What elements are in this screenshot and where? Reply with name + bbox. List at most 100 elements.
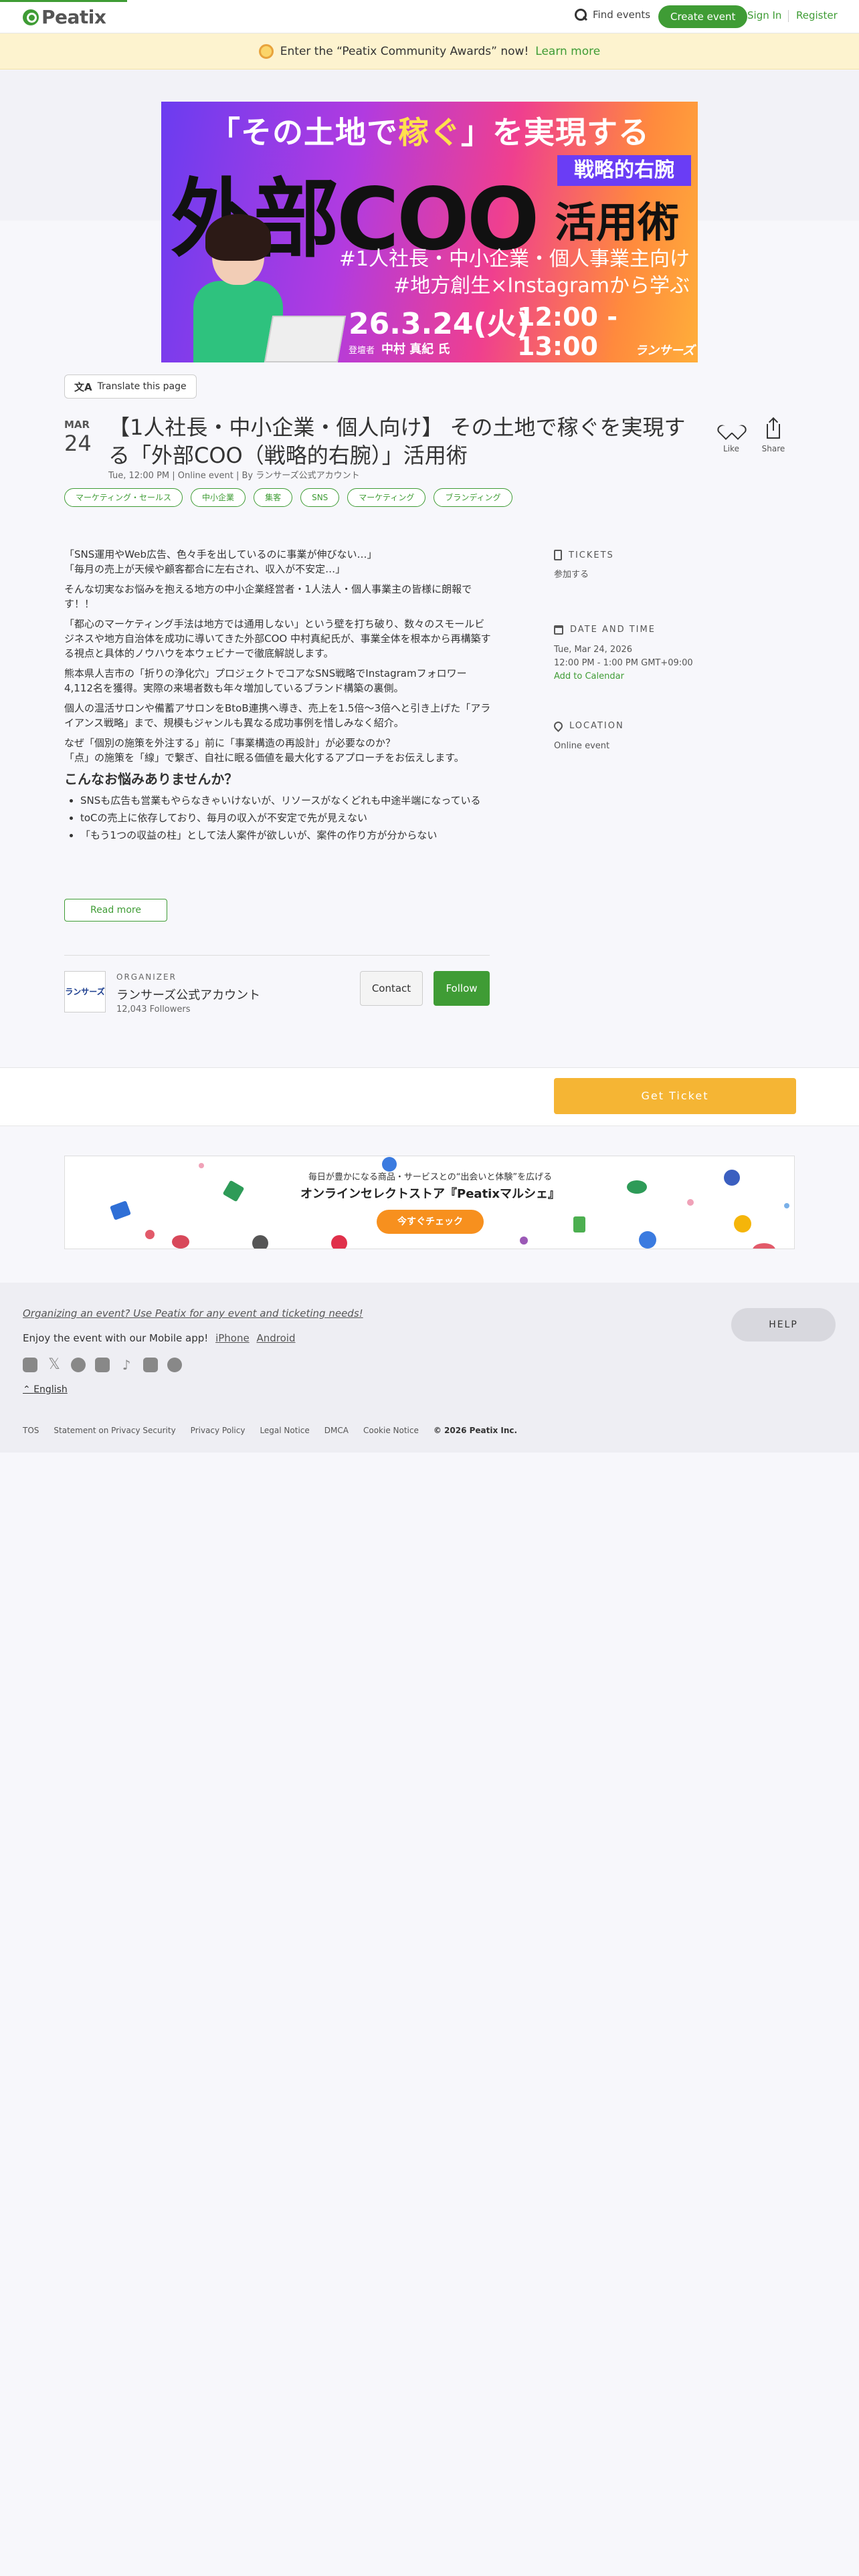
ad-check-now-button[interactable]: 今すぐチェック — [377, 1210, 484, 1234]
iphone-link[interactable]: iPhone — [215, 1332, 250, 1344]
tickets-value[interactable]: 参加する — [554, 568, 589, 582]
desc-paragraph: 熊本県人吉市の「折りの浄化穴」プロジェクトでコアなSNS戦略でInstagram… — [64, 667, 467, 694]
cover-hashtag-2: #地方創生×Instagramから学ぶ — [393, 274, 690, 298]
footer-link-tos[interactable]: TOS — [23, 1426, 39, 1435]
register-link[interactable]: Register — [796, 9, 838, 21]
candy-icon — [753, 1243, 775, 1249]
cover-tag: 戦略的右腕 — [557, 155, 691, 186]
contact-button[interactable]: Contact — [360, 971, 423, 1006]
decor-dot — [520, 1237, 528, 1245]
book-icon — [110, 1200, 131, 1220]
ad-title: オンラインセレクトストア『Peatixマルシェ』 — [300, 1187, 560, 1201]
tag-chip[interactable]: ブランディング — [434, 488, 512, 507]
location-value: Online event — [554, 741, 610, 751]
like-button[interactable]: Like — [718, 424, 745, 453]
concern-list: SNSも広告も営業もやらなきゃいけないが、リソースがなくどれも中途半端になってい… — [64, 793, 492, 843]
calendar-icon — [554, 625, 563, 635]
candy-icon — [172, 1235, 189, 1249]
tickets-heading: TICKETS — [554, 550, 614, 560]
organizing-link[interactable]: Organizing an event? Use Peatix for any … — [23, 1307, 363, 1319]
date-time-heading: DATE AND TIME — [554, 625, 656, 635]
event-description: 「SNS運用やWeb広告、色々手を出しているのに事業が伸びない…」 「毎月の売上が… — [64, 547, 492, 845]
header-accent-line — [0, 0, 127, 2]
desc-paragraph: 「都心のマーケティング手法は地方では通用しない」という壁を打ち破り、数々のスモー… — [64, 618, 491, 659]
create-event-button[interactable]: Create event — [658, 5, 748, 28]
footer-link-legal[interactable]: Legal Notice — [260, 1426, 309, 1435]
date-value: Tue, Mar 24, 2026 — [554, 645, 633, 655]
tag-chip[interactable]: 集客 — [254, 488, 293, 507]
list-item: SNSも広告も営業もやらなきゃいけないが、リソースがなくどれも中途半端になってい… — [80, 793, 492, 808]
desc-paragraph: 個人の温活サロンや備蓄アサロンをBtoB連携へ導き、売上を1.5倍〜3倍へと引き… — [64, 702, 491, 729]
lancers-brand-logo: ランサーズ — [635, 344, 695, 358]
cover-headline: 「その土地で稼ぐ」を実現する — [209, 114, 650, 150]
plant-icon — [573, 1216, 585, 1232]
desc-heading: こんなお悩みありませんか？ — [64, 771, 238, 787]
list-item: toCの売上に依存しており、毎月の収入が不安定で先が見えない — [80, 811, 492, 825]
footer-link-cookie[interactable]: Cookie Notice — [363, 1426, 419, 1435]
decor-dot — [784, 1203, 789, 1208]
ad-tagline: 毎日が豊かになる商品・サービスとの“出会いと体験”を広げる — [308, 1172, 553, 1182]
event-cover-image: 「その土地で稼ぐ」を実現する 外部COO 戦略的右腕 活用術 #1人社長・中小企… — [161, 102, 698, 362]
spotify-icon[interactable] — [167, 1358, 182, 1372]
cover-date: 26.3.24(火) — [349, 307, 530, 341]
organizer-followers: 12,043 Followers — [116, 1004, 191, 1014]
translate-label: Translate this page — [97, 381, 187, 392]
translate-button[interactable]: 文A Translate this page — [64, 374, 197, 399]
note-icon[interactable] — [143, 1358, 158, 1372]
language-selector[interactable]: ⌃ English — [23, 1384, 68, 1395]
event-month: MAR — [64, 419, 90, 431]
gamepad-icon — [252, 1235, 268, 1249]
tiktok-icon[interactable]: ♪ — [119, 1358, 134, 1372]
learn-more-link[interactable]: Learn more — [535, 45, 600, 58]
share-icon — [767, 419, 780, 439]
desc-paragraph: なぜ「個別の施策を外注する」前に「事業構造の再設計」が必要なのか？ 「点」の施策を… — [64, 737, 464, 764]
social-links: 𝕏 ♪ — [23, 1358, 182, 1372]
instagram-icon[interactable] — [23, 1358, 37, 1372]
like-label: Like — [723, 444, 739, 453]
share-button[interactable]: Share — [760, 419, 787, 453]
tag-chip[interactable]: マーケティング・セールス — [64, 488, 183, 507]
cover-hashtag-1: #1人社長・中小企業・個人事業主向け — [339, 247, 690, 271]
marche-ad-banner[interactable]: 毎日が豊かになる商品・サービスとの“出会いと体験”を広げる オンラインセレクトス… — [64, 1156, 795, 1249]
footer-link-privacy-policy[interactable]: Privacy Policy — [191, 1426, 246, 1435]
event-tags: マーケティング・セールス 中小企業 集客 SNS マーケティング ブランディング — [64, 488, 512, 507]
find-events-link[interactable]: Find events — [574, 8, 650, 21]
cover-speaker: 登壇者 中村 真紀 氏 — [349, 342, 450, 356]
read-more-button[interactable]: Read more — [64, 899, 167, 922]
strawberry-icon — [331, 1235, 347, 1249]
time-value: 12:00 PM - 1:00 PM GMT+09:00 — [554, 658, 693, 668]
peatix-logo[interactable]: Peatix — [23, 6, 106, 28]
laptop-illustration — [264, 316, 347, 362]
sign-in-link[interactable]: Sign In — [747, 9, 781, 21]
get-ticket-button[interactable]: Get Ticket — [554, 1078, 796, 1114]
section-divider — [64, 955, 490, 956]
copyright: © 2026 Peatix Inc. — [433, 1426, 518, 1435]
youtube-icon[interactable] — [95, 1358, 110, 1372]
x-twitter-icon[interactable]: 𝕏 — [47, 1358, 62, 1372]
share-label: Share — [761, 444, 785, 453]
decor-dot — [145, 1230, 155, 1239]
peatix-logo-icon — [23, 9, 39, 25]
desc-paragraph: 「SNS運用やWeb広告、色々手を出しているのに事業が伸びない…」 「毎月の売上が… — [64, 548, 377, 575]
organizer-avatar[interactable]: ランサーズ — [64, 971, 106, 1012]
list-item: 「もう1つの収益の柱」として法人案件が欲しいが、案件の作り方が分からない — [80, 828, 492, 843]
add-to-calendar-link[interactable]: Add to Calendar — [554, 670, 624, 683]
organizer-name[interactable]: ランサーズ公式アカウント — [116, 986, 260, 1003]
description-fade — [64, 849, 492, 880]
footer-link-privacy-security[interactable]: Statement on Privacy Security — [54, 1426, 175, 1435]
banner-text: Enter the “Peatix Community Awards” now! — [280, 44, 529, 58]
tag-chip[interactable]: 中小企業 — [191, 488, 246, 507]
organizer-label: ORGANIZER — [116, 972, 177, 982]
tag-chip[interactable]: マーケティング — [347, 488, 426, 507]
palette-icon — [639, 1231, 656, 1249]
footer-links: TOS Statement on Privacy Security Privac… — [23, 1426, 517, 1435]
tag-chip[interactable]: SNS — [300, 488, 340, 507]
facebook-icon[interactable] — [71, 1358, 86, 1372]
event-title: 【1人社長・中小企業・個人向け】 その土地で稼ぐを実現する「外部COO（戦略的右… — [108, 415, 686, 468]
follow-button[interactable]: Follow — [434, 971, 490, 1006]
find-events-label: Find events — [593, 9, 651, 21]
awards-banner: Enter the “Peatix Community Awards” now!… — [0, 33, 859, 70]
android-link[interactable]: Android — [256, 1332, 295, 1344]
help-button[interactable]: HELP — [731, 1308, 836, 1341]
footer-link-dmca[interactable]: DMCA — [324, 1426, 349, 1435]
